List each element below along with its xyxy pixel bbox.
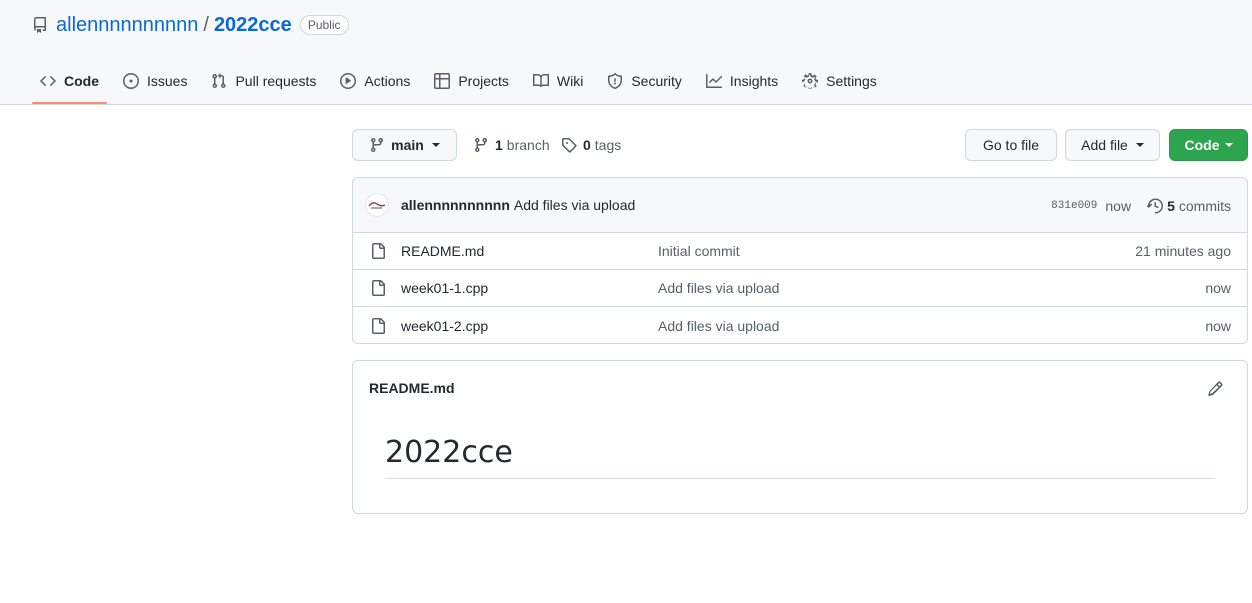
repo-nav-tabs: Code Issues Pull requests Actions Projec… (32, 62, 893, 104)
tab-actions[interactable]: Actions (332, 62, 418, 100)
list-item[interactable]: week01-1.cpp Add files via upload now (353, 270, 1247, 307)
commit-time: now (1105, 197, 1132, 214)
file-icon (370, 317, 386, 334)
issue-icon (123, 73, 139, 89)
tab-label: Security (631, 73, 682, 89)
add-file-button[interactable]: Add file (1065, 129, 1160, 161)
tab-issues[interactable]: Issues (115, 62, 195, 100)
tab-label: Pull requests (235, 73, 317, 89)
chevron-down-icon (1224, 143, 1233, 147)
file-age: now (1205, 280, 1231, 296)
readme-heading: 2022cce (385, 435, 1215, 479)
go-to-file-button[interactable]: Go to file (965, 129, 1057, 161)
visibility-badge: Public (299, 15, 349, 35)
gear-icon (802, 73, 819, 89)
code-button-label: Code (1184, 137, 1220, 153)
readme-filename: README.md (369, 380, 455, 396)
commit-details: 831e009 now 5 commits (1051, 178, 1231, 233)
tag-count-label: tags (594, 137, 622, 153)
chevron-down-icon (1135, 143, 1144, 147)
repo-owner-link[interactable]: allennnnnnnnnn (56, 14, 198, 37)
file-icon (370, 280, 386, 296)
pencil-icon[interactable] (1207, 381, 1223, 397)
file-icon (370, 243, 386, 259)
code-icon (40, 76, 56, 86)
branches-link[interactable]: 1 branch (473, 129, 550, 161)
commit-count: 5 (1167, 197, 1175, 214)
add-file-label: Add file (1081, 137, 1128, 153)
tab-code[interactable]: Code (32, 62, 107, 104)
book-icon (532, 73, 549, 87)
tab-label: Wiki (556, 73, 584, 89)
file-commit-message-link[interactable]: Add files via upload (658, 318, 779, 334)
branch-icon (475, 137, 487, 153)
code-button[interactable]: Code (1169, 129, 1248, 161)
tab-security[interactable]: Security (599, 62, 690, 100)
readme-panel: README.md 2022cce (352, 360, 1248, 514)
repo-name-link[interactable]: 2022cce (214, 14, 292, 37)
repo-icon (32, 17, 48, 33)
tag-count: 0 (583, 137, 591, 153)
list-item[interactable]: week01-2.cpp Add files via upload now (353, 307, 1247, 343)
repo-title: allennnnnnnnnn / 2022cce Public (32, 13, 349, 37)
list-item[interactable]: README.md Initial commit 21 minutes ago (353, 233, 1247, 270)
tab-wiki[interactable]: Wiki (525, 62, 591, 100)
commit-count-label: commits (1178, 197, 1231, 214)
file-commit-message-link[interactable]: Add files via upload (658, 280, 779, 296)
tab-pull-requests[interactable]: Pull requests (203, 62, 324, 100)
commit-message-link[interactable]: Add files via upload (514, 197, 635, 213)
branch-count-label: branch (506, 137, 550, 153)
path-separator: / (203, 13, 209, 36)
pull-request-icon (212, 73, 226, 89)
commits-history-link[interactable]: 5 commits (1147, 198, 1231, 214)
tab-label: Projects (458, 73, 509, 89)
history-icon (1147, 198, 1163, 213)
tags-link[interactable]: 0 tags (561, 129, 621, 161)
file-list: allennnnnnnnnn Add files via upload 831e… (352, 177, 1248, 344)
file-toolbar: main 1 branch 0 tags Go to file Add file… (352, 129, 1248, 161)
tab-insights[interactable]: Insights (698, 62, 786, 100)
branch-name: main (391, 137, 424, 153)
play-icon (340, 73, 357, 89)
branch-select-button[interactable]: main (352, 129, 457, 161)
commit-author-link[interactable]: allennnnnnnnnn (401, 197, 510, 213)
chevron-down-icon (431, 143, 440, 147)
branch-count: 1 (495, 137, 503, 153)
tag-icon (562, 138, 577, 153)
latest-commit-bar: allennnnnnnnnn Add files via upload 831e… (353, 178, 1247, 233)
graph-icon (705, 74, 722, 88)
file-age: 21 minutes ago (1135, 243, 1231, 259)
shield-icon (608, 73, 623, 89)
tab-projects[interactable]: Projects (426, 62, 517, 100)
tab-settings[interactable]: Settings (794, 62, 885, 100)
tab-label: Code (64, 73, 99, 89)
file-name-link[interactable]: README.md (401, 243, 484, 259)
avatar[interactable] (365, 193, 389, 217)
repo-header: allennnnnnnnnn / 2022cce Public Code Iss… (0, 0, 1252, 105)
commit-sha-link[interactable]: 831e009 (1051, 200, 1097, 212)
file-name-link[interactable]: week01-2.cpp (401, 318, 488, 334)
file-age: now (1205, 317, 1231, 334)
table-icon (434, 73, 451, 89)
file-name-link[interactable]: week01-1.cpp (401, 280, 488, 296)
tab-label: Settings (826, 73, 877, 89)
tab-label: Actions (364, 73, 411, 89)
tab-label: Insights (729, 73, 779, 89)
branch-icon (371, 137, 384, 153)
file-commit-message-link[interactable]: Initial commit (658, 243, 740, 259)
tab-label: Issues (147, 73, 188, 89)
